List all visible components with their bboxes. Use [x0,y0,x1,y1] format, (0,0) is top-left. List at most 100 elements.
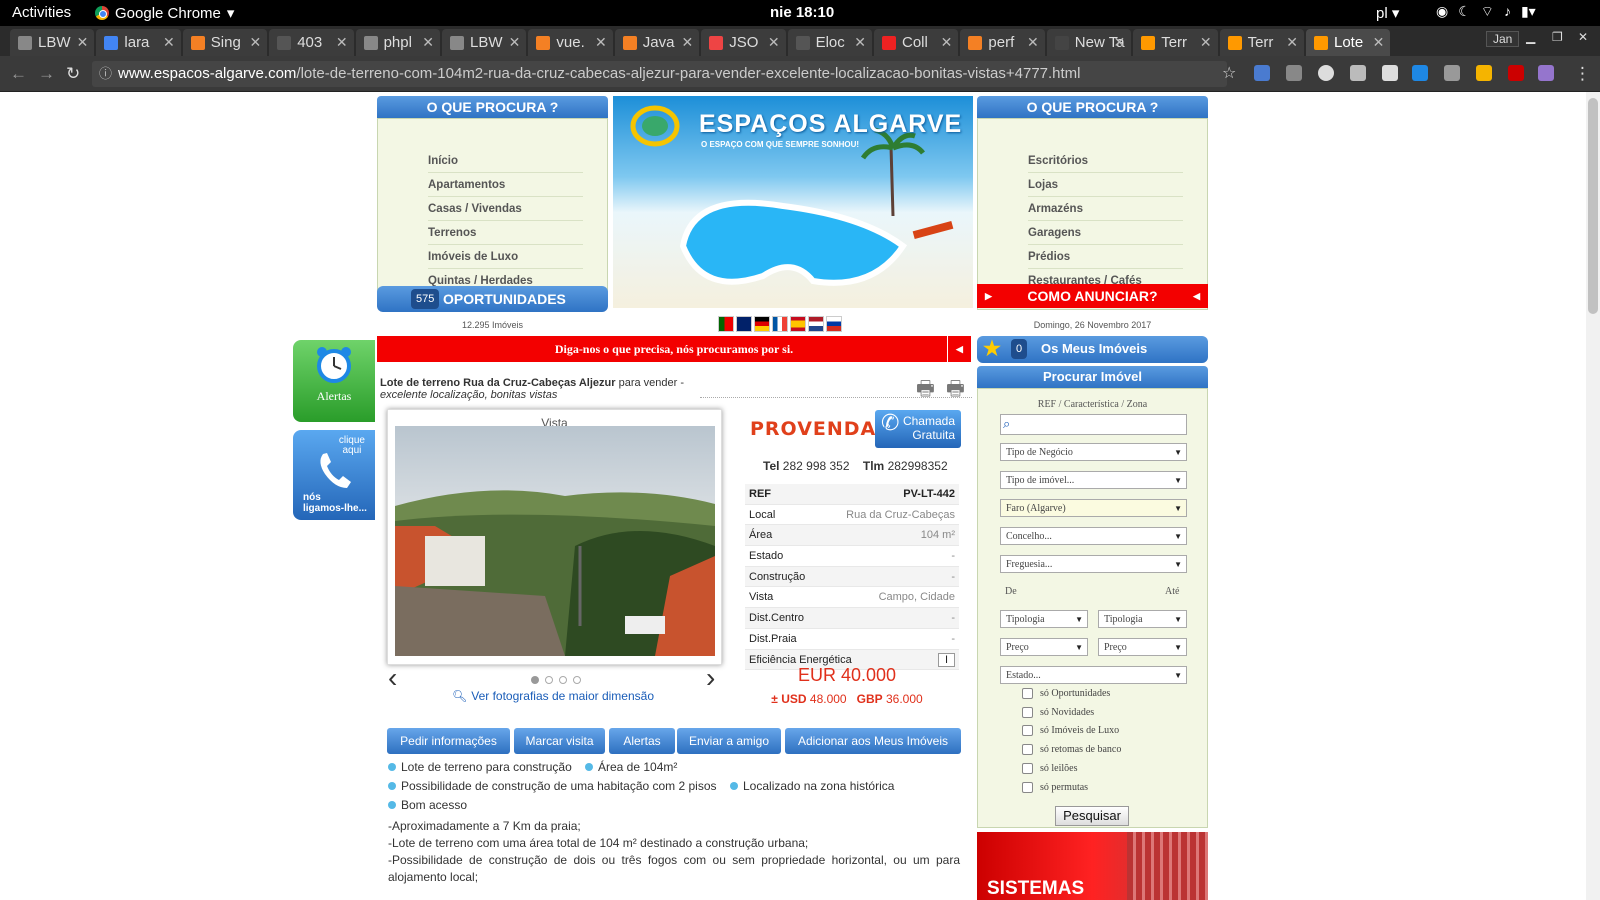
distrito-select[interactable]: Faro (Algarve) [1000,499,1187,517]
browser-tab[interactable]: 403 ✕ [269,29,354,56]
reload-button[interactable]: ↻ [66,64,80,84]
alertas-side-button[interactable]: Alertas [293,340,375,422]
menu-item[interactable]: Lojas [1028,173,1183,197]
browser-tab[interactable]: JSO ✕ [701,29,786,56]
close-tab-icon[interactable]: ✕ [681,34,693,51]
app-menu[interactable]: Google Chrome ▾ [95,4,234,22]
tipologia-to-select[interactable]: Tipologia [1098,610,1187,628]
tipo-imovel-select[interactable]: Tipo de imóvel... [1000,471,1187,489]
pen-extension-icon[interactable] [1538,65,1554,81]
browser-tab[interactable]: Terr ✕ [1133,29,1218,56]
pedir-informacoes-button[interactable]: Pedir informações [387,728,510,754]
browser-tab[interactable]: vue. ✕ [528,29,613,56]
restore-button[interactable]: ❐ [1552,30,1563,44]
browser-tab[interactable]: perf ✕ [960,29,1045,56]
concelho-select[interactable]: Concelho... [1000,527,1187,545]
menu-item[interactable]: Apartamentos [428,173,583,197]
browser-tab[interactable]: Coll ✕ [874,29,959,56]
address-bar[interactable]: ⓘ www.espacos-algarve.com/lote-de-terreno… [92,61,1227,87]
flag-pt-icon[interactable] [718,316,734,332]
filter-checkbox[interactable]: só leilões [1022,762,1078,774]
close-tab-icon[interactable]: ✕ [249,34,261,51]
browser-tab[interactable]: Eloc ✕ [787,29,872,56]
checkbox[interactable] [1022,725,1033,737]
tipologia-from-select[interactable]: Tipologia [1000,610,1088,628]
close-tab-icon[interactable]: ✕ [77,34,89,51]
close-tab-icon[interactable]: ✕ [1373,34,1385,51]
marcar-visita-button[interactable]: Marcar visita [514,728,605,754]
menu-item[interactable]: Terrenos [428,221,583,245]
vue-extension-icon[interactable] [1350,65,1366,81]
checkbox[interactable] [1022,688,1033,699]
meus-imoveis-button[interactable]: ★ 0 Os Meus Imóveis [977,336,1208,363]
browser-tab[interactable]: Java ✕ [614,29,700,56]
oportunidades-button[interactable]: 575 OPORTUNIDADES [377,286,608,312]
menu-item[interactable]: Prédios [1028,245,1183,269]
dot-3[interactable] [559,676,567,684]
close-tab-icon[interactable]: ✕ [941,34,953,51]
print-photos-icon[interactable]: 🖶 [946,374,965,408]
menu-item[interactable]: Escritórios [1028,149,1183,173]
translate-extension-icon[interactable] [1254,65,1270,81]
close-tab-icon[interactable]: ✕ [768,34,780,51]
close-window-button[interactable]: ✕ [1578,30,1588,44]
browser-tab[interactable]: LBW ✕ [442,29,527,56]
checkbox[interactable] [1022,706,1033,718]
browser-tab[interactable]: Terr ✕ [1219,29,1304,56]
filter-checkbox[interactable]: só Imóveis de Luxo [1022,725,1119,737]
bookmark-star-icon[interactable]: ☆ [1222,63,1236,83]
estado-select[interactable]: Estado... [1000,666,1187,684]
page-scrollbar[interactable] [1586,92,1600,900]
preco-to-select[interactable]: Preço [1098,638,1187,656]
prev-photo-icon[interactable]: ‹ [388,662,397,694]
ver-fotos-link[interactable]: 🔍︎ Ver fotografias de maior dimensão [452,689,654,703]
chamada-gratuita-button[interactable]: ✆ Chamada Gratuita [875,410,961,448]
flag-nl-icon[interactable] [808,316,824,332]
scrollbar-thumb[interactable] [1588,98,1598,314]
filter-checkbox[interactable]: só permutas [1022,781,1088,793]
dot-4[interactable] [573,676,581,684]
menu-item[interactable]: Casas / Vivendas [428,197,583,221]
pesquisar-button[interactable]: Pesquisar [1055,806,1129,826]
language-indicator[interactable]: pl ▾ [1376,4,1399,22]
close-tab-icon[interactable]: ✕ [163,34,175,51]
checkbox[interactable] [1022,744,1033,756]
forward-button[interactable]: → [38,64,55,84]
system-tray[interactable]: ◉ ☾ ⌔ ♪ ▮▾ [1436,3,1536,21]
note-extension-icon[interactable] [1476,65,1492,81]
browser-tab[interactable]: Lote ✕ [1306,29,1391,56]
close-tab-icon[interactable]: ✕ [509,34,521,51]
filter-checkbox[interactable]: só Novidades [1022,706,1094,718]
clock[interactable]: nie 18:10 [770,4,834,21]
close-tab-icon[interactable]: ✕ [854,34,866,51]
como-anunciar-button[interactable]: ▶ COMO ANUNCIAR? ◀ [977,284,1208,308]
menu-kebab-icon[interactable]: ⋮ [1574,64,1591,84]
browser-tab[interactable]: Sing ✕ [182,29,268,56]
flag-fr-icon[interactable] [772,316,788,332]
minimize-button[interactable]: ▁ [1526,30,1535,44]
docs-extension-icon[interactable] [1382,65,1398,81]
alertas-button[interactable]: Alertas [609,728,675,754]
close-tab-icon[interactable]: ✕ [1027,34,1039,51]
browser-tab[interactable]: lara ✕ [96,29,181,56]
info-icon[interactable]: ⓘ [99,61,112,87]
close-tab-icon[interactable]: ✕ [1286,34,1298,51]
close-tab-icon[interactable]: ✕ [422,34,434,51]
call-me-side-button[interactable]: clique aqui nós ligamos-lhe... [293,430,375,520]
tipo-negocio-select[interactable]: Tipo de Negócio [1000,443,1187,461]
checkbox[interactable] [1022,781,1033,793]
freguesia-select[interactable]: Freguesia... [1000,555,1187,573]
camera-extension-icon[interactable] [1286,65,1302,81]
close-tab-icon[interactable]: ✕ [1113,34,1125,51]
dot-1[interactable] [531,676,539,684]
filter-checkbox[interactable]: só retomas de banco [1022,744,1121,756]
close-tab-icon[interactable]: ✕ [1200,34,1212,51]
back-button[interactable]: ← [10,64,27,84]
flag-uk-icon[interactable] [736,316,752,332]
ref-search-input[interactable]: ⌕ [1000,414,1187,435]
next-photo-icon[interactable]: › [706,662,715,694]
browser-tab[interactable]: New Ta ✕ [1046,29,1132,56]
close-tab-icon[interactable]: ✕ [595,34,607,51]
menu-item[interactable]: Armazéns [1028,197,1183,221]
menu-item[interactable]: Imóveis de Luxo [428,245,583,269]
